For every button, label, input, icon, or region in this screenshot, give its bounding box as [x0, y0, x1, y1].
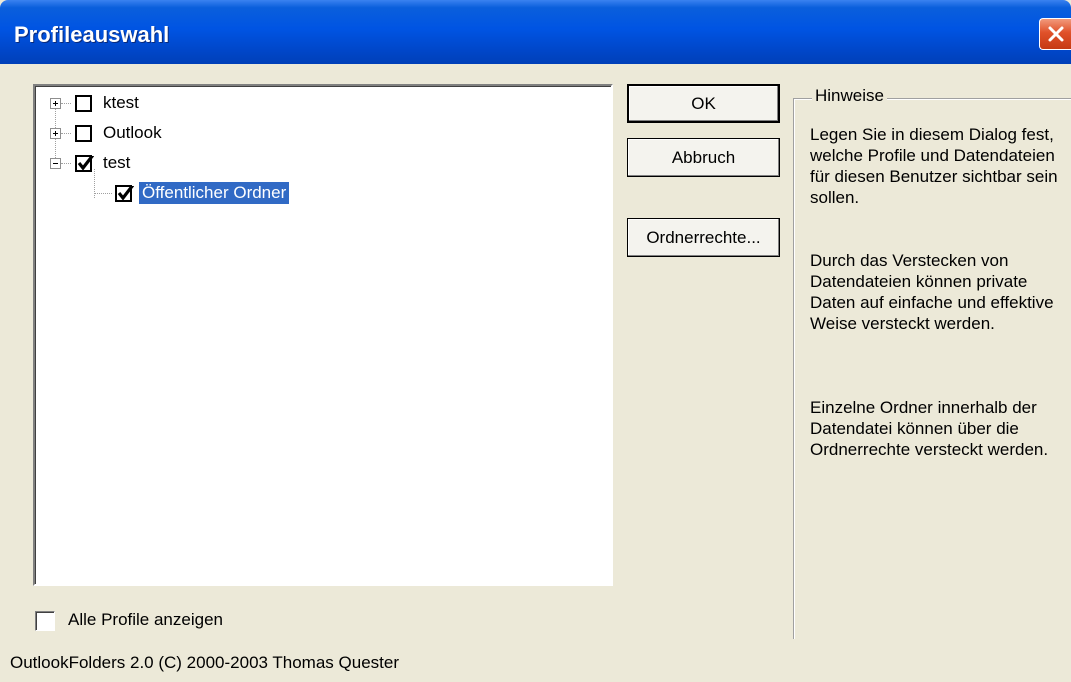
profile-tree[interactable]: ktest Outlook test Öffentlicher Ordner — [33, 84, 613, 586]
ok-button[interactable]: OK — [627, 84, 780, 123]
show-all-profiles-label[interactable]: Alle Profile anzeigen — [68, 610, 223, 630]
tree-item-checkbox[interactable] — [75, 95, 92, 112]
folder-rights-button[interactable]: Ordnerrechte... — [627, 218, 780, 257]
expand-icon[interactable] — [50, 98, 61, 109]
tree-connector — [61, 133, 71, 134]
hint-paragraph: Durch das Verstecken von Datendateien kö… — [810, 251, 1054, 333]
hint-paragraph: Legen Sie in diesem Dialog fest, welche … — [810, 125, 1058, 207]
tree-connector — [61, 163, 71, 164]
title-bar[interactable]: Profileauswahl — [0, 0, 1071, 64]
hints-title: Hinweise — [812, 86, 887, 106]
tree-item-checkbox[interactable] — [115, 185, 134, 202]
footer-copyright: OutlookFolders 2.0 (C) 2000-2003 Thomas … — [10, 653, 399, 672]
tree-item-oeffentlicher-ordner[interactable]: Öffentlicher Ordner — [35, 179, 595, 209]
checkmark-icon — [117, 186, 134, 201]
cancel-button[interactable]: Abbruch — [627, 138, 780, 177]
tree-item-test[interactable]: test — [35, 149, 595, 179]
tree-item-label: test — [103, 153, 131, 172]
tree-connector — [94, 193, 112, 194]
checkmark-icon — [77, 156, 94, 171]
tree-item-label: ktest — [103, 93, 139, 112]
close-icon — [1048, 26, 1064, 42]
collapse-icon[interactable] — [50, 158, 61, 169]
tree-item-label: Outlook — [103, 123, 162, 142]
tree-item-checkbox[interactable] — [75, 125, 92, 142]
tree-item-checkbox[interactable] — [75, 155, 94, 172]
tree-connector — [61, 103, 71, 104]
tree-item-ktest[interactable]: ktest — [35, 89, 595, 119]
close-button[interactable] — [1039, 18, 1071, 50]
hint-paragraph: Einzelne Ordner innerhalb der Datendatei… — [810, 398, 1049, 459]
tree-item-label: Öffentlicher Ordner — [137, 181, 291, 205]
show-all-profiles-checkbox[interactable] — [35, 611, 55, 631]
tree-item-outlook[interactable]: Outlook — [35, 119, 595, 149]
window-title: Profileauswahl — [14, 22, 170, 47]
expand-icon[interactable] — [50, 128, 61, 139]
